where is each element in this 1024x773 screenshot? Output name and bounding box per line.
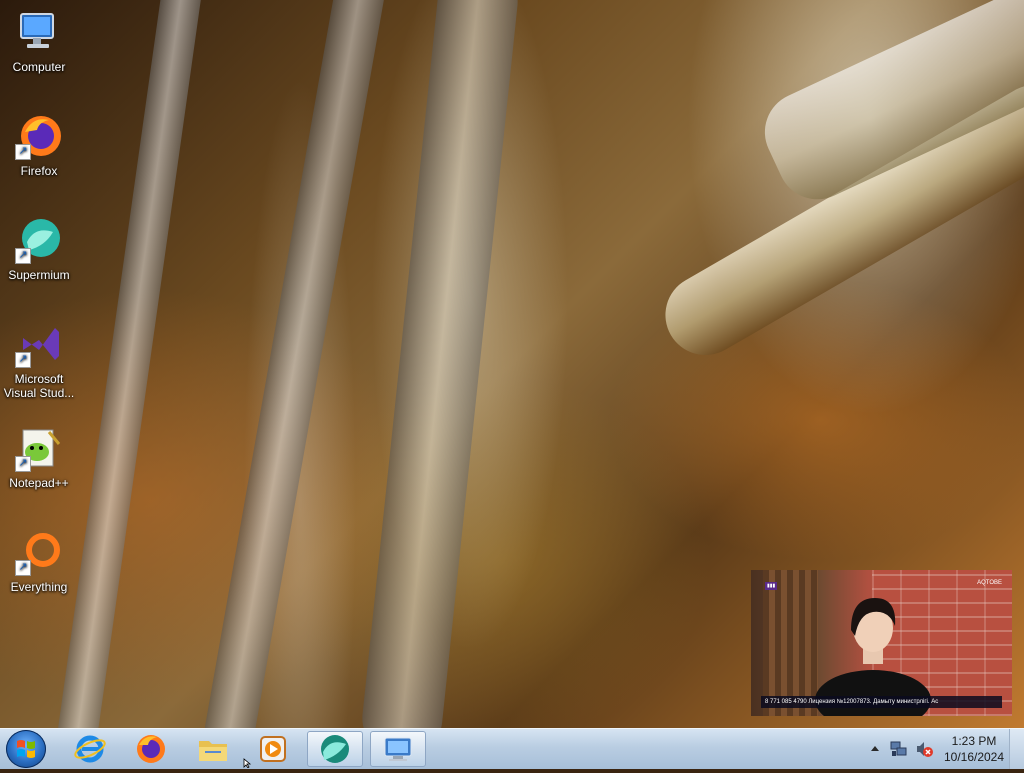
video-background-wood: [763, 570, 818, 716]
desktop-icon-firefox[interactable]: ↗ Firefox: [0, 106, 78, 178]
clock-date: 10/16/2024: [943, 750, 1005, 764]
show-desktop-button[interactable]: [1009, 729, 1024, 769]
desktop-icon-label: Firefox: [20, 164, 58, 178]
desktop-icon-label: Everything: [10, 580, 68, 594]
taskbar-internet-explorer[interactable]: [62, 731, 118, 767]
desktop-icon-supermium[interactable]: ↗ Supermium: [0, 210, 78, 282]
desktop-icon-label: Supermium: [8, 268, 70, 282]
computer-icon: [15, 8, 63, 56]
news-ticker: 8 771 085 4790 Лицензия №12007873. Дамыт…: [761, 696, 1002, 708]
clock-time: 1:23 PM: [951, 734, 997, 748]
volume-tray-button[interactable]: [914, 739, 934, 759]
taskbar-windows-explorer[interactable]: [185, 731, 241, 767]
taskbar-remote-desktop[interactable]: [370, 731, 426, 767]
firefox-icon: ↗: [15, 112, 63, 160]
internet-explorer-icon: [74, 735, 106, 763]
shortcut-arrow-icon: ↗: [15, 352, 31, 368]
remote-desktop-icon: [384, 737, 412, 761]
desktop-icon-label: Microsoft Visual Stud...: [3, 372, 75, 400]
desktop-icon-everything[interactable]: ↗ Everything: [0, 522, 78, 594]
channel-logo: AQTOBE: [977, 580, 1002, 586]
show-hidden-icons-button[interactable]: [868, 741, 882, 757]
notepadpp-icon: ↗: [15, 424, 63, 472]
start-button[interactable]: [6, 730, 46, 768]
network-tray-button[interactable]: [889, 739, 909, 759]
video-overlay-window[interactable]: ▮▮▮ AQTOBE 8 771 085 4790 Лицензия №1200…: [751, 570, 1012, 716]
desktop-icon-computer[interactable]: Computer: [0, 2, 78, 74]
desktop-icon-visual-studio[interactable]: ↗ Microsoft Visual Stud...: [0, 314, 78, 400]
taskbar-media-player[interactable]: [246, 731, 302, 767]
shortcut-arrow-icon: ↗: [15, 456, 31, 472]
folder-icon: [199, 741, 227, 761]
shortcut-arrow-icon: ↗: [15, 144, 31, 160]
network-icon: [890, 741, 907, 756]
channel-badge: ▮▮▮: [765, 582, 778, 590]
visual-studio-icon: ↗: [15, 320, 63, 368]
firefox-icon: [137, 735, 165, 763]
supermium-icon: [321, 735, 349, 763]
taskbar-firefox[interactable]: [123, 731, 179, 767]
volume-muted-icon: [917, 742, 933, 757]
supermium-icon: ↗: [15, 216, 63, 264]
show-hidden-icons-icon: [871, 746, 879, 751]
taskbar: 1:23 PM 10/16/2024: [0, 728, 1024, 769]
media-player-icon: [260, 736, 286, 762]
mouse-cursor-icon: [243, 758, 252, 768]
taskbar-clock[interactable]: 1:23 PM 10/16/2024: [940, 733, 1008, 765]
windows-start-icon: [17, 740, 35, 758]
taskbar-supermium[interactable]: [307, 731, 363, 767]
desktop-icon-label: Notepad++: [9, 476, 69, 490]
shortcut-arrow-icon: ↗: [15, 560, 31, 576]
everything-icon: ↗: [15, 528, 63, 576]
desktop-icon-label: Computer: [12, 60, 66, 74]
desktop-icon-notepadpp[interactable]: ↗ Notepad++: [0, 418, 78, 490]
shortcut-arrow-icon: ↗: [15, 248, 31, 264]
